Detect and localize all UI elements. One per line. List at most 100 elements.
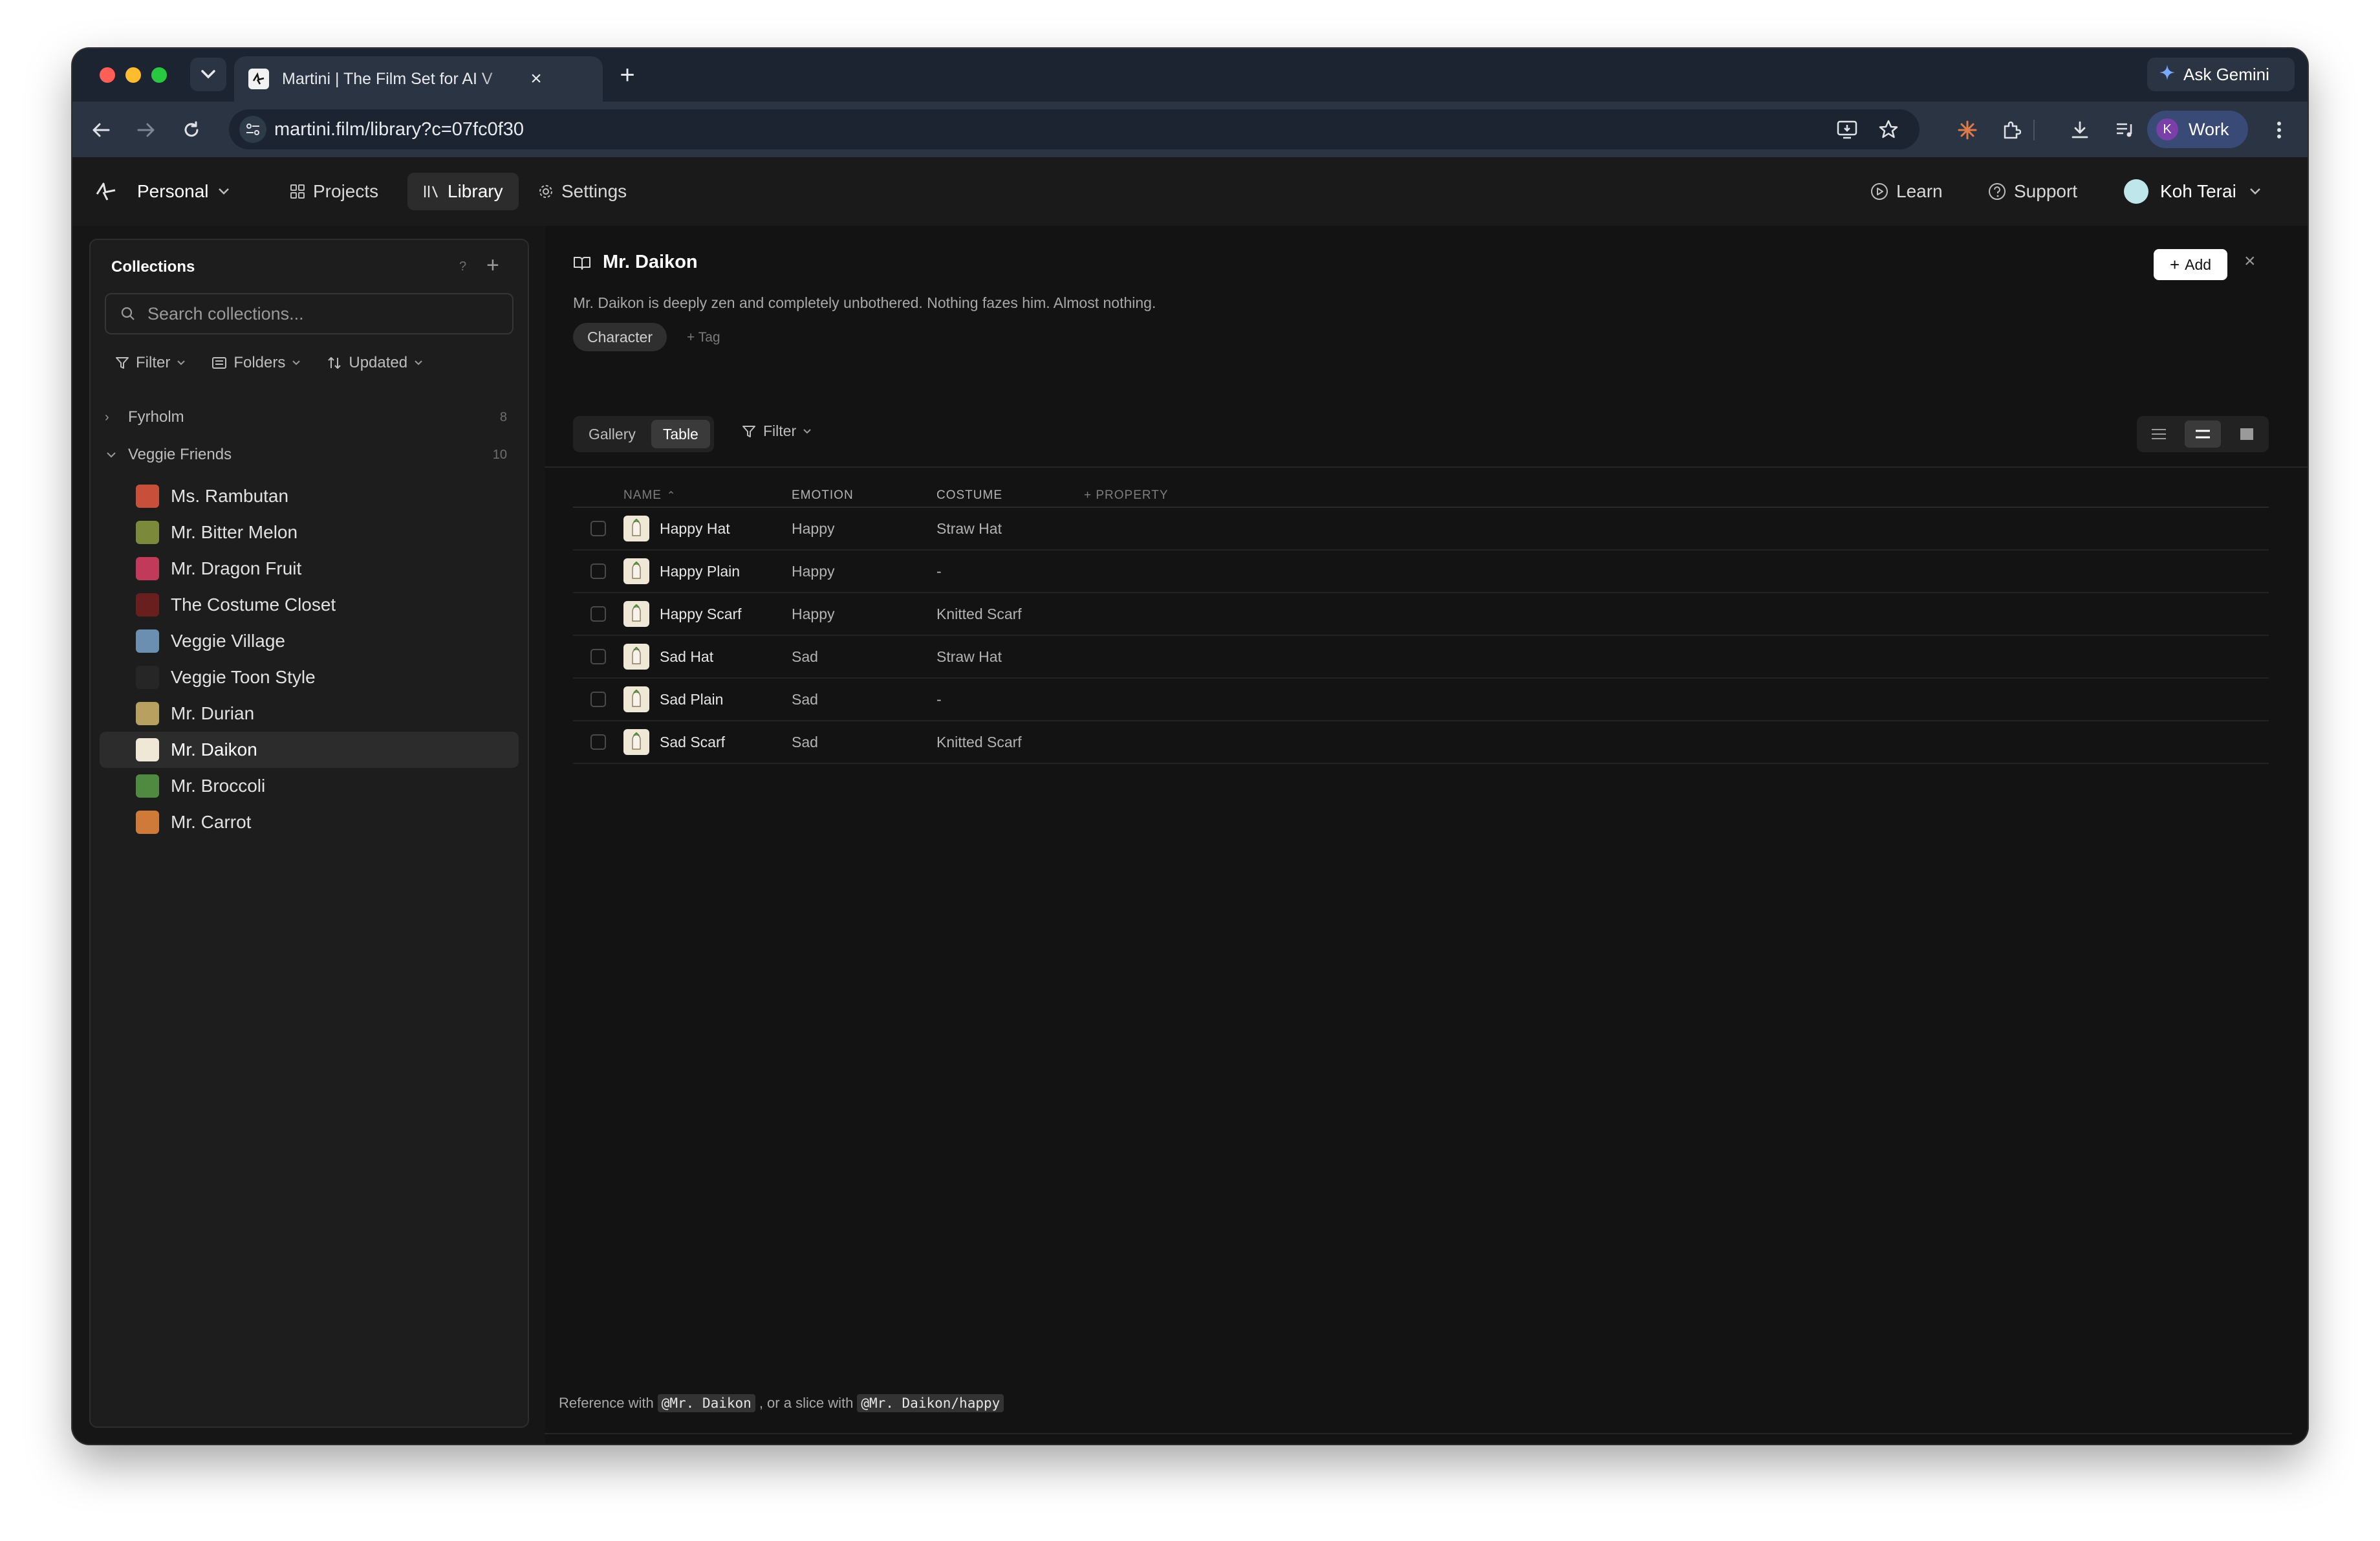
close-icon[interactable]: × (526, 68, 546, 90)
list-icon[interactable] (2141, 421, 2177, 448)
user-menu[interactable]: Koh Terai (2124, 173, 2269, 210)
filter-dropdown[interactable]: Filter (115, 354, 186, 372)
row-checkbox[interactable] (590, 563, 606, 579)
support-link[interactable]: Support (1988, 173, 2077, 210)
table-filter-dropdown[interactable]: Filter (741, 422, 812, 440)
download-icon[interactable] (2066, 116, 2094, 144)
extension-burst-icon[interactable] (1953, 116, 1982, 144)
group-fyrholm[interactable]: › Fyrholm 8 (105, 404, 514, 430)
row-checkbox[interactable] (590, 606, 606, 622)
row-checkbox[interactable] (590, 649, 606, 664)
rows-icon[interactable] (2185, 421, 2221, 448)
sidebar-item-mr-dragon-fruit[interactable]: Mr. Dragon Fruit (100, 551, 519, 587)
add-tag-button[interactable]: + Tag (687, 330, 720, 345)
tab-table[interactable]: Table (651, 420, 710, 448)
table-body: Happy Hat Happy Straw Hat Happy Plain Happy -… (573, 508, 2269, 764)
emotion-cell: Sad (792, 690, 818, 708)
filter-icon (742, 425, 755, 437)
add-property-button[interactable]: + PROPERTY (1084, 488, 1169, 503)
sidebar-item-veggie-toon-style[interactable]: Veggie Toon Style (100, 659, 519, 695)
nav-library[interactable]: Library (407, 173, 519, 210)
site-settings-icon[interactable] (239, 116, 266, 143)
column-emotion[interactable]: EMOTION (792, 488, 936, 503)
collections-sidebar: Collections ? + Filter Folders Updated (89, 239, 529, 1428)
tab-search-button[interactable] (190, 58, 226, 91)
costume-cell: Knitted Scarf (936, 605, 1022, 622)
help-circle-icon (1989, 183, 2006, 200)
add-button[interactable]: + Add (2154, 249, 2227, 280)
folders-dropdown[interactable]: Folders (211, 354, 301, 372)
variation-thumbnail (623, 686, 649, 712)
learn-link[interactable]: Learn (1870, 173, 1943, 210)
group-name: Veggie Friends (128, 446, 232, 463)
close-icon[interactable]: × (2244, 250, 2256, 272)
column-costume[interactable]: COSTUME (936, 488, 1084, 503)
table-row[interactable]: Happy Plain Happy - (573, 551, 2269, 593)
nav-projects[interactable]: Projects (290, 173, 378, 210)
table-row[interactable]: Sad Plain Sad - (573, 679, 2269, 721)
tag-badge[interactable]: Character (573, 323, 667, 351)
new-tab-button[interactable]: + (613, 61, 642, 90)
sidebar-item-mr-durian[interactable]: Mr. Durian (100, 695, 519, 732)
row-checkbox[interactable] (590, 521, 606, 536)
sidebar-item-mr-broccoli[interactable]: Mr. Broccoli (100, 768, 519, 804)
costume-cell: - (936, 690, 942, 708)
workspace-switcher[interactable]: Personal (137, 173, 237, 210)
reference-hint: Reference with @Mr. Daikon , or a slice … (559, 1394, 1008, 1412)
forward-arrow-icon[interactable] (132, 116, 160, 144)
nav-projects-label: Projects (313, 181, 379, 201)
tab-gallery[interactable]: Gallery (577, 420, 647, 448)
sidebar-item-ms-rambutan[interactable]: Ms. Rambutan (100, 478, 519, 514)
sidebar-item-label: Mr. Dragon Fruit (171, 558, 302, 578)
name-cell: Sad Hat (623, 644, 792, 670)
collection-thumbnail (136, 629, 159, 653)
add-collection-button[interactable]: + (486, 253, 499, 278)
block-icon[interactable] (2229, 421, 2265, 448)
sidebar-item-veggie-village[interactable]: Veggie Village (100, 623, 519, 659)
profile-button[interactable]: K Work (2147, 111, 2248, 148)
back-arrow-icon[interactable] (87, 116, 115, 144)
browser-tab[interactable]: Martini | The Film Set for AI V × (234, 56, 603, 102)
sidebar-item-mr-bitter-melon[interactable]: Mr. Bitter Melon (100, 514, 519, 551)
table-row[interactable]: Sad Scarf Sad Knitted Scarf (573, 721, 2269, 764)
grid-icon (290, 184, 305, 199)
nav-settings-label: Settings (561, 181, 627, 201)
reload-icon[interactable] (177, 116, 206, 144)
hint-middle: , or a slice with (759, 1395, 854, 1411)
sidebar-item-mr-daikon[interactable]: Mr. Daikon (100, 732, 519, 768)
group-veggie-friends[interactable]: Veggie Friends 10 (105, 442, 514, 468)
variation-thumbnail (623, 516, 649, 541)
name-cell: Happy Hat (623, 516, 792, 541)
search-collections[interactable] (105, 293, 514, 334)
install-icon[interactable] (1835, 118, 1859, 141)
star-icon[interactable] (1877, 118, 1900, 141)
variation-thumbnail (623, 729, 649, 755)
nav-settings[interactable]: Settings (538, 173, 627, 210)
chevron-down-icon (2249, 188, 2260, 195)
logo-icon[interactable] (93, 173, 127, 210)
sidebar-item-mr-carrot[interactable]: Mr. Carrot (100, 804, 519, 840)
extension-icon[interactable] (1997, 116, 2026, 144)
maximize-window-button[interactable] (151, 67, 167, 83)
row-checkbox[interactable] (590, 692, 606, 707)
chevron-down-icon (218, 188, 229, 195)
close-window-button[interactable] (100, 67, 115, 83)
media-icon[interactable] (2111, 116, 2139, 144)
folders-label: Folders (233, 354, 286, 371)
sort-dropdown[interactable]: Updated (327, 354, 423, 372)
column-name[interactable]: NAME ⌃ (623, 488, 792, 503)
menu-dots-icon[interactable] (2265, 116, 2293, 144)
library-icon (424, 186, 438, 198)
minimize-window-button[interactable] (125, 67, 141, 83)
row-checkbox[interactable] (590, 734, 606, 750)
address-bar[interactable]: martini.film/library?c=07fc0f30 (229, 109, 1920, 149)
table-row[interactable]: Sad Hat Sad Straw Hat (573, 636, 2269, 679)
table-row[interactable]: Happy Hat Happy Straw Hat (573, 508, 2269, 551)
help-button[interactable]: ? (459, 259, 466, 274)
ask-gemini-button[interactable]: Ask Gemini (2147, 58, 2295, 91)
search-input[interactable] (146, 303, 498, 325)
sidebar-item-the-costume-closet[interactable]: The Costume Closet (100, 587, 519, 623)
table-row[interactable]: Happy Scarf Happy Knitted Scarf (573, 593, 2269, 636)
hint-prefix: Reference with (559, 1395, 654, 1411)
collection-thumbnail (136, 593, 159, 617)
